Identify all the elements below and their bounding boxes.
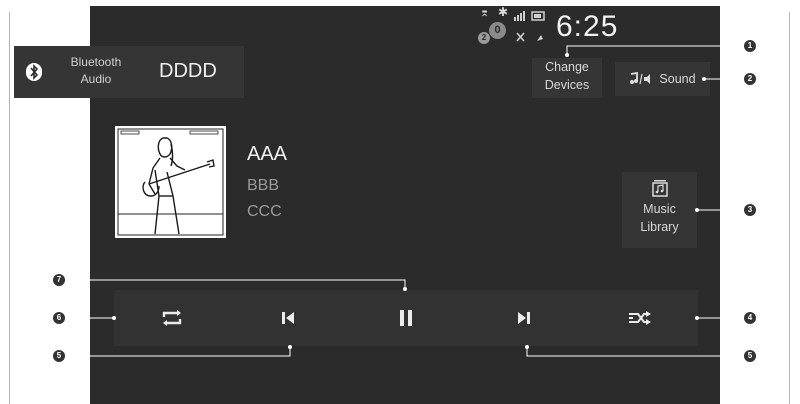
callout-5-right: 5 bbox=[744, 350, 756, 362]
callout-leaders bbox=[65, 45, 744, 357]
callout-7: 7 bbox=[53, 274, 65, 286]
callout-5-left: 5 bbox=[53, 350, 65, 362]
callout-3: 3 bbox=[744, 204, 756, 216]
callout-4: 4 bbox=[744, 312, 756, 324]
callout-1: 1 bbox=[744, 40, 756, 52]
callout-2: 2 bbox=[744, 73, 756, 85]
callout-6: 6 bbox=[53, 312, 65, 324]
